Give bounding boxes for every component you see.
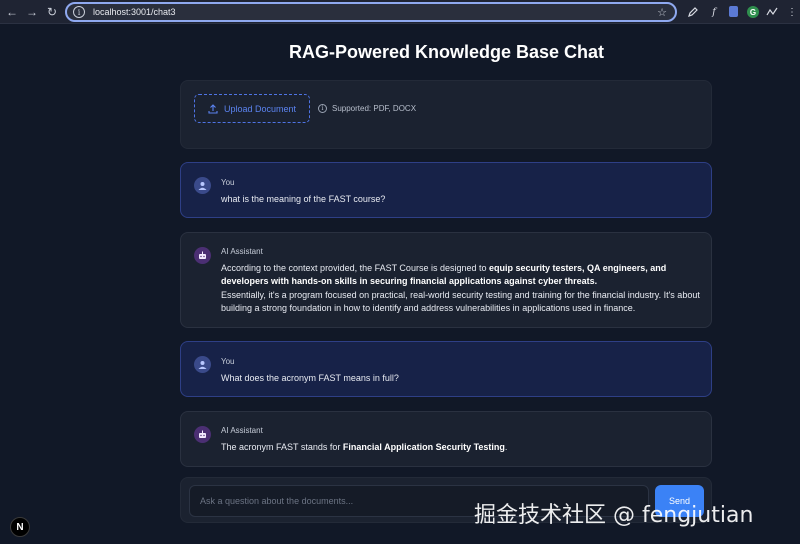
grammar-extension-icon[interactable]: G	[747, 6, 759, 18]
supported-text: Supported: PDF, DOCX	[332, 104, 417, 113]
message-text: The acronym FAST stands for Financial Ap…	[221, 441, 701, 454]
chat-message-user: You What does the acronym FAST means in …	[180, 341, 712, 397]
info-icon: i	[318, 104, 327, 113]
message-text-segment: According to the context provided, the F…	[221, 263, 489, 273]
back-icon[interactable]: ←	[2, 0, 22, 24]
message-sender: AI Assistant	[221, 247, 263, 256]
supported-formats: i Supported: PDF, DOCX	[318, 104, 416, 113]
site-info-icon[interactable]: i	[73, 6, 85, 18]
user-avatar-icon	[194, 177, 211, 194]
upload-panel: Upload Document i Supported: PDF, DOCX	[180, 80, 712, 149]
message-text-segment: The acronym FAST stands for	[221, 442, 343, 452]
message-sender: AI Assistant	[221, 426, 263, 435]
chat-message-assistant: AI Assistant The acronym FAST stands for…	[180, 411, 712, 467]
browser-toolbar: ← → ↻ i localhost:3001/chat3 ☆ f G ⋮	[0, 0, 800, 24]
message-text: According to the context provided, the F…	[221, 262, 701, 315]
upload-document-button[interactable]: Upload Document	[194, 94, 310, 123]
pen-extension-icon[interactable]	[686, 5, 700, 19]
bot-avatar-icon	[194, 247, 211, 264]
url-text[interactable]: localhost:3001/chat3	[93, 7, 176, 17]
message-bold-segment: Financial Application Security Testing	[342, 442, 505, 452]
message-text: What does the acronym FAST means in full…	[221, 373, 399, 383]
message-text-segment: .	[504, 442, 508, 452]
message-text-segment: Essentially, it's a program focused on p…	[221, 289, 700, 313]
address-bar[interactable]: i localhost:3001/chat3 ☆	[65, 2, 677, 22]
bookmark-star-icon[interactable]: ☆	[657, 6, 667, 19]
forward-icon[interactable]: →	[22, 0, 42, 24]
nextjs-dev-indicator-icon[interactable]: N	[10, 517, 30, 537]
user-avatar-icon	[194, 356, 211, 373]
menu-icon[interactable]: ⋮	[785, 5, 799, 19]
extensions-icon[interactable]	[765, 5, 779, 19]
reload-icon[interactable]: ↻	[42, 0, 62, 24]
upload-icon	[208, 103, 218, 114]
chat-message-assistant: AI Assistant According to the context pr…	[180, 232, 712, 328]
fx-extension-icon[interactable]: f	[707, 5, 721, 19]
watermark: 掘金技术社区 @ fengjutian	[474, 503, 754, 528]
message-text: what is the meaning of the FAST course?	[221, 194, 386, 204]
upload-button-label: Upload Document	[223, 103, 297, 114]
message-sender: You	[221, 357, 235, 366]
bot-avatar-icon	[194, 426, 211, 443]
doc-extension-icon[interactable]	[729, 6, 738, 17]
page-title: RAG-Powered Knowledge Base Chat	[288, 42, 605, 62]
message-sender: You	[221, 178, 235, 187]
chat-message-user: You what is the meaning of the FAST cour…	[180, 162, 712, 218]
